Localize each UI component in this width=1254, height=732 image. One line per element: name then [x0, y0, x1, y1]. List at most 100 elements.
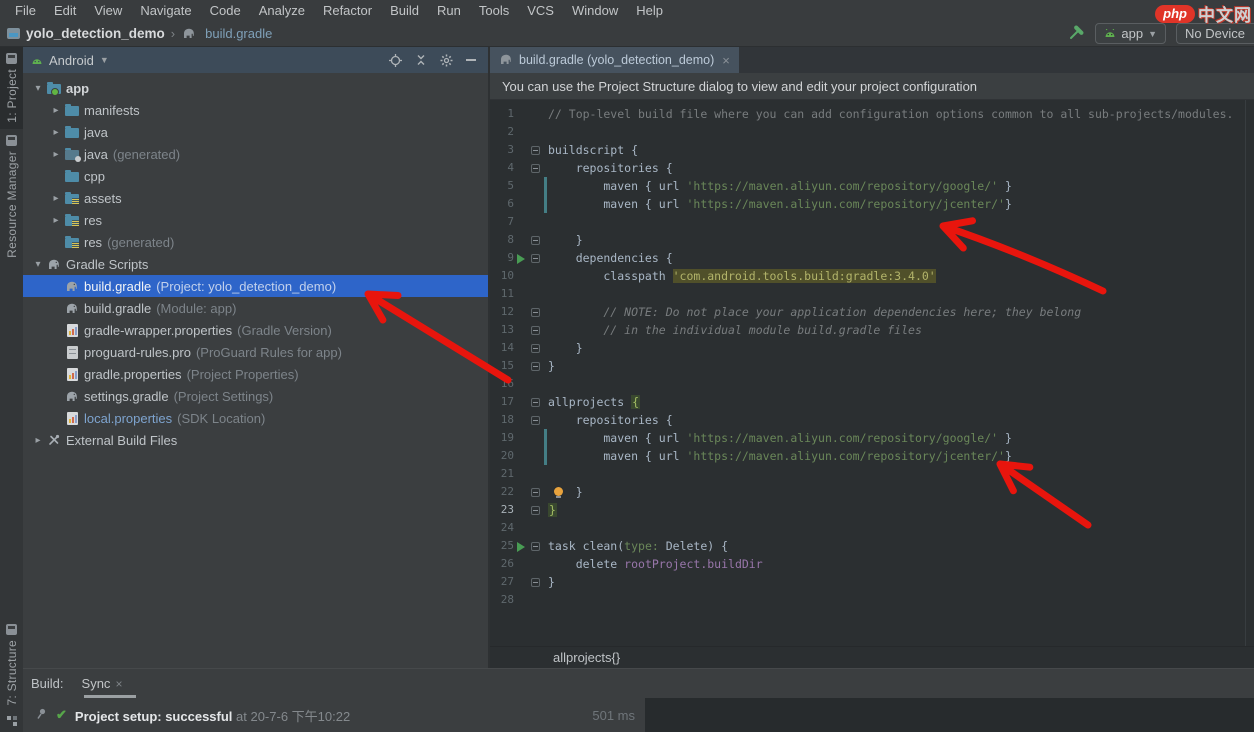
tree-item-java-generated[interactable]: ▸java(generated): [23, 143, 488, 165]
code-line-19[interactable]: 19 maven { url 'https://maven.aliyun.com…: [490, 429, 1254, 447]
run-configuration-selector[interactable]: app ▼: [1095, 23, 1166, 44]
tree-item-cpp[interactable]: cpp: [23, 165, 488, 187]
settings-gear-icon[interactable]: [440, 54, 453, 67]
tool-button-resource-manager[interactable]: Resource Manager: [0, 129, 23, 264]
tree-collapsed-arrow-icon[interactable]: ▸: [48, 215, 64, 226]
editor-tab-build-gradle[interactable]: build.gradle (yolo_detection_demo) ×: [490, 47, 739, 73]
menu-edit[interactable]: Edit: [45, 3, 85, 18]
tree-item-app[interactable]: ▾app: [23, 77, 488, 99]
fold-close-icon[interactable]: [531, 506, 540, 515]
code-line-14[interactable]: 14 }: [490, 339, 1254, 357]
menu-navigate[interactable]: Navigate: [131, 3, 200, 18]
fold-close-icon[interactable]: [531, 578, 540, 587]
code-line-2[interactable]: 2: [490, 123, 1254, 141]
code-line-23[interactable]: 23}: [490, 501, 1254, 519]
code-line-17[interactable]: 17allprojects {: [490, 393, 1254, 411]
breadcrumb-project[interactable]: yolo_detection_demo: [26, 26, 165, 41]
menu-window[interactable]: Window: [563, 3, 627, 18]
code-line-24[interactable]: 24: [490, 519, 1254, 537]
code-line-15[interactable]: 15}: [490, 357, 1254, 375]
tree-expanded-arrow-icon[interactable]: ▾: [30, 259, 46, 270]
tree-item-assets[interactable]: ▸assets: [23, 187, 488, 209]
code-line-13[interactable]: 13 // in the individual module build.gra…: [490, 321, 1254, 339]
fold-open-icon[interactable]: [531, 542, 540, 551]
tree-item-local-properties-sdk-location[interactable]: local.properties(SDK Location): [23, 407, 488, 429]
tree-expanded-arrow-icon[interactable]: ▾: [30, 83, 46, 94]
close-icon[interactable]: ×: [722, 53, 730, 68]
code-line-26[interactable]: 26 delete rootProject.buildDir: [490, 555, 1254, 573]
fold-close-icon[interactable]: [531, 236, 540, 245]
menu-file[interactable]: File: [6, 3, 45, 18]
tree-item-manifests[interactable]: ▸manifests: [23, 99, 488, 121]
tree-item-build-gradle-module-app[interactable]: build.gradle(Module: app): [23, 297, 488, 319]
bottom-tool-icon[interactable]: [7, 716, 17, 726]
tree-collapsed-arrow-icon[interactable]: ▸: [30, 435, 46, 446]
code-line-6[interactable]: 6 maven { url 'https://maven.aliyun.com/…: [490, 195, 1254, 213]
code-line-5[interactable]: 5 maven { url 'https://maven.aliyun.com/…: [490, 177, 1254, 195]
code-editor[interactable]: 1// Top-level build file where you can a…: [490, 100, 1254, 646]
code-line-18[interactable]: 18 repositories {: [490, 411, 1254, 429]
fold-close-icon[interactable]: [531, 344, 540, 353]
tree-item-res-generated[interactable]: res(generated): [23, 231, 488, 253]
tree-item-settings-gradle-project-settings[interactable]: settings.gradle(Project Settings): [23, 385, 488, 407]
editor-breadcrumb[interactable]: allprojects{}: [490, 646, 1254, 668]
tree-item-build-gradle-project-yolo-detection-demo[interactable]: build.gradle(Project: yolo_detection_dem…: [23, 275, 488, 297]
project-view-selector[interactable]: Android: [49, 53, 94, 68]
tree-item-proguard-rules-pro-proguard-rules-for-app[interactable]: proguard-rules.pro(ProGuard Rules for ap…: [23, 341, 488, 363]
fold-open-icon[interactable]: [531, 308, 540, 317]
tree-collapsed-arrow-icon[interactable]: ▸: [48, 105, 64, 116]
code-line-27[interactable]: 27}: [490, 573, 1254, 591]
menu-vcs[interactable]: VCS: [518, 3, 563, 18]
fold-close-icon[interactable]: [531, 326, 540, 335]
menu-analyze[interactable]: Analyze: [250, 3, 314, 18]
tool-button-structure[interactable]: 7: Structure: [0, 618, 23, 712]
tree-item-external-build-files[interactable]: ▸External Build Files: [23, 429, 488, 451]
code-line-16[interactable]: 16: [490, 375, 1254, 393]
tree-item-gradle-wrapper-properties-gradle-version[interactable]: gradle-wrapper.properties(Gradle Version…: [23, 319, 488, 341]
menu-run[interactable]: Run: [428, 3, 470, 18]
menu-refactor[interactable]: Refactor: [314, 3, 381, 18]
tree-item-java[interactable]: ▸java: [23, 121, 488, 143]
fold-open-icon[interactable]: [531, 398, 540, 407]
close-icon[interactable]: ×: [115, 677, 122, 691]
tree-item-gradle-properties-project-properties[interactable]: gradle.properties(Project Properties): [23, 363, 488, 385]
locate-file-icon[interactable]: [389, 54, 402, 67]
tool-button-project[interactable]: 1: Project: [0, 47, 23, 129]
chevron-down-icon[interactable]: ▼: [100, 55, 109, 65]
hide-panel-icon[interactable]: [466, 59, 476, 61]
code-line-7[interactable]: 7: [490, 213, 1254, 231]
run-gutter-icon[interactable]: [517, 542, 525, 552]
code-line-28[interactable]: 28: [490, 591, 1254, 609]
code-line-8[interactable]: 8 }: [490, 231, 1254, 249]
menu-build[interactable]: Build: [381, 3, 428, 18]
fold-open-icon[interactable]: [531, 416, 540, 425]
code-line-11[interactable]: 11: [490, 285, 1254, 303]
code-line-21[interactable]: 21: [490, 465, 1254, 483]
fold-close-icon[interactable]: [531, 488, 540, 497]
fold-open-icon[interactable]: [531, 146, 540, 155]
fold-open-icon[interactable]: [531, 164, 540, 173]
tree-item-gradle-scripts[interactable]: ▾Gradle Scripts: [23, 253, 488, 275]
build-tab-sync[interactable]: Sync ×: [82, 676, 123, 691]
code-line-3[interactable]: 3buildscript {: [490, 141, 1254, 159]
collapse-all-icon[interactable]: [415, 54, 427, 66]
menu-code[interactable]: Code: [201, 3, 250, 18]
code-line-20[interactable]: 20 maven { url 'https://maven.aliyun.com…: [490, 447, 1254, 465]
tree-collapsed-arrow-icon[interactable]: ▸: [48, 149, 64, 160]
code-line-4[interactable]: 4 repositories {: [490, 159, 1254, 177]
tree-collapsed-arrow-icon[interactable]: ▸: [48, 193, 64, 204]
build-output-console[interactable]: [645, 698, 1254, 732]
run-gutter-icon[interactable]: [517, 254, 525, 264]
menu-tools[interactable]: Tools: [470, 3, 518, 18]
tree-item-res[interactable]: ▸res: [23, 209, 488, 231]
code-line-25[interactable]: 25task clean(type: Delete) {: [490, 537, 1254, 555]
tree-collapsed-arrow-icon[interactable]: ▸: [48, 127, 64, 138]
fold-close-icon[interactable]: [531, 362, 540, 371]
device-selector[interactable]: No Device: [1176, 23, 1254, 44]
code-line-22[interactable]: 22 }: [490, 483, 1254, 501]
code-line-12[interactable]: 12 // NOTE: Do not place your applicatio…: [490, 303, 1254, 321]
breadcrumb-file[interactable]: build.gradle: [205, 26, 272, 41]
fold-open-icon[interactable]: [531, 254, 540, 263]
code-line-9[interactable]: 9 dependencies {: [490, 249, 1254, 267]
pin-icon[interactable]: [35, 707, 48, 723]
